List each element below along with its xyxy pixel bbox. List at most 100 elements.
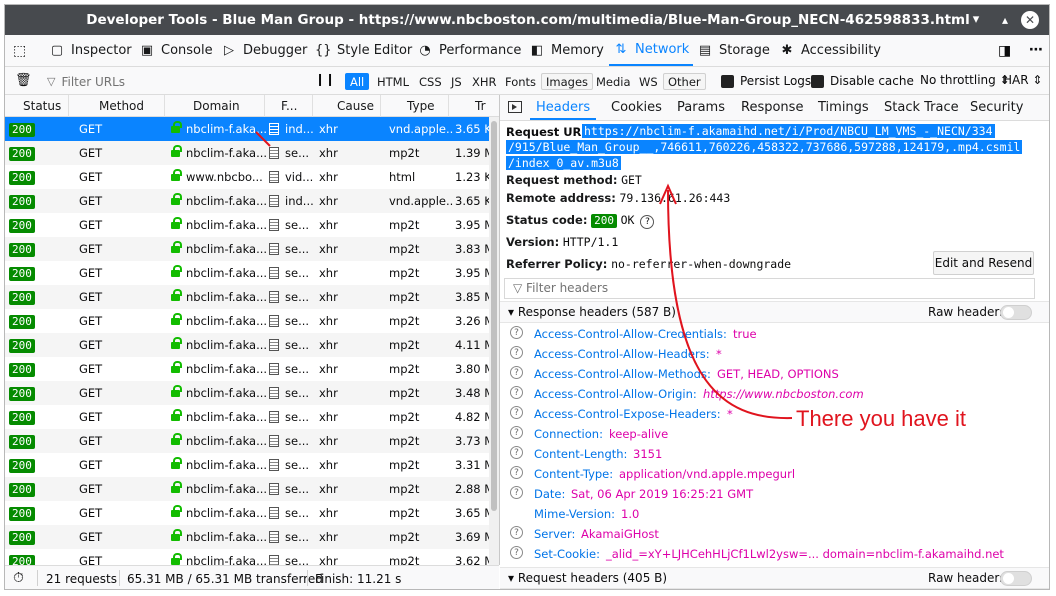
column-cause[interactable]: Cause (313, 95, 381, 117)
raw-headers-toggle[interactable] (1000, 305, 1032, 320)
raw-headers-toggle[interactable] (1000, 571, 1032, 586)
tab-storage[interactable]: ▤ Storage (697, 35, 770, 66)
pause-icon[interactable]: ❙❙ (315, 72, 335, 86)
response-header-row[interactable]: ? Access-Control-Allow-Origin: https://www… (500, 384, 1049, 404)
type-filter-xhr[interactable]: XHR (467, 73, 502, 90)
table-row[interactable]: 200 GET nbclim-f.aka...se... xhr mp2t 3.48 MB (5, 381, 489, 405)
clear-trash-icon[interactable]: 🗑 (15, 73, 32, 88)
type-filter-all[interactable]: All (345, 73, 370, 90)
har-menu[interactable]: HAR ⇕ (1003, 73, 1042, 87)
table-row[interactable]: 200 GET nbclim-f.aka...se... xhr mp2t 3.69 MB (5, 525, 489, 549)
filter-headers-input[interactable]: ▽ Filter headers (504, 278, 1035, 299)
tab-accessibility[interactable]: ✱ Accessibility (779, 35, 881, 66)
table-row[interactable]: 200 GET nbclim-f.aka... ind... xhr vnd.apple.… (5, 117, 489, 141)
tab-stack-trace[interactable]: Stack Trace (884, 95, 959, 120)
response-header-row[interactable]: ? Server: AkamaiGHost (500, 524, 1049, 544)
table-row[interactable]: 200 GET nbclim-f.aka...se... xhr mp2t 3.65 MB (5, 501, 489, 525)
type-filter-ws[interactable]: WS (634, 73, 663, 90)
response-header-row[interactable]: Mime-Version: 1.0 (500, 504, 1049, 524)
type-filter-html[interactable]: HTML (372, 73, 414, 90)
response-headers-section[interactable]: ▾ Response headers (587 B) Raw headers (500, 301, 1049, 323)
help-icon[interactable]: ? (510, 526, 523, 539)
throttling-select[interactable]: No throttling ⇕ (920, 73, 1010, 87)
response-header-row[interactable]: ? Set-Cookie: _alid_=xY+LJHCehHLjCf1Lwl2ys… (500, 544, 1049, 564)
tab-style-editor[interactable]: {} Style Editor (315, 35, 412, 66)
column-type[interactable]: Type (381, 95, 449, 117)
table-row[interactable]: 200 GET www.nbcbo...vid... xhr html 1.23 KB (5, 165, 489, 189)
dock-side-icon[interactable]: ◨ (998, 43, 1011, 59)
response-header-row[interactable]: ? Content-Type: application/vnd.apple.mpeg… (500, 464, 1049, 484)
response-header-row[interactable]: ? Access-Control-Expose-Headers: * (500, 404, 1049, 424)
tab-cookies[interactable]: Cookies (611, 95, 662, 120)
column-method[interactable]: Method (69, 95, 165, 117)
more-options-icon[interactable]: ⋯ (1029, 42, 1043, 58)
column-file[interactable]: F... (265, 95, 313, 117)
response-header-row[interactable]: ? Access-Control-Allow-Methods: GET, HEAD,… (500, 364, 1049, 384)
help-icon[interactable]: ? (510, 426, 523, 439)
help-icon[interactable]: ? (510, 446, 523, 459)
disable-cache-checkbox[interactable]: Disable cache (811, 74, 914, 88)
type-filter-js[interactable]: JS (446, 73, 467, 90)
tab-params[interactable]: Params (677, 95, 725, 120)
table-row[interactable]: 200 GET nbclim-f.aka...se... xhr mp2t 3.80 MB (5, 357, 489, 381)
type-filter-media[interactable]: Media (591, 73, 636, 90)
table-row[interactable]: 200 GET nbclim-f.aka...se... xhr mp2t 3.95 MB (5, 213, 489, 237)
help-icon[interactable]: ? (510, 326, 523, 339)
tab-memory[interactable]: ◧ Memory (529, 35, 604, 66)
table-row[interactable]: 200 GET nbclim-f.aka...se... xhr mp2t 2.88 MB (5, 477, 489, 501)
maximize-icon[interactable]: ▴ (996, 11, 1014, 29)
minimize-icon[interactable]: ▾ (967, 11, 985, 29)
help-icon[interactable]: ? (510, 546, 523, 559)
help-icon[interactable]: ? (510, 466, 523, 479)
help-icon[interactable]: ? (510, 406, 523, 419)
request-url-line[interactable]: https://nbclim-f.akamaihd.net/i/Prod/NBC… (582, 124, 995, 138)
column-domain[interactable]: Domain (165, 95, 265, 117)
tab-debugger[interactable]: ▷ Debugger (221, 35, 307, 66)
request-url-line[interactable]: /915/Blue_Man_Group__,746611,760226,4583… (506, 140, 1023, 154)
table-row[interactable]: 200 GET nbclim-f.aka...se... xhr mp2t 4.11 MB (5, 333, 489, 357)
table-row[interactable]: 200 GET nbclim-f.aka...se... xhr mp2t 3.73 MB (5, 429, 489, 453)
type-filter-other[interactable]: Other (663, 73, 706, 90)
help-icon[interactable]: ? (510, 386, 523, 399)
response-header-row[interactable]: ? Access-Control-Allow-Credentials: true (500, 324, 1049, 344)
persist-logs-checkbox[interactable]: Persist Logs (721, 74, 811, 88)
help-icon[interactable]: ? (640, 215, 655, 229)
element-picker-icon[interactable]: ⬚ (13, 43, 29, 59)
response-header-row[interactable]: ? Content-Length: 3151 (500, 444, 1049, 464)
table-row[interactable]: 200 GET nbclim-f.aka...se... xhr mp2t 3.62 MB (5, 549, 489, 565)
type-filter-fonts[interactable]: Fonts (500, 73, 541, 90)
type-filter-images[interactable]: Images (541, 73, 594, 90)
request-list-scrollbar[interactable] (489, 117, 499, 565)
table-row[interactable]: 200 GET nbclim-f.aka...se... xhr mp2t 3.95 MB (5, 261, 489, 285)
column-status[interactable]: Status (5, 95, 69, 117)
table-row[interactable]: 200 GET nbclim-f.aka...se... xhr mp2t 1.39 MB (5, 141, 489, 165)
table-row[interactable]: 200 GET nbclim-f.aka...se... xhr mp2t 3.85 MB (5, 285, 489, 309)
table-row[interactable]: 200 GET nbclim-f.aka...se... xhr mp2t 4.82 MB (5, 405, 489, 429)
response-header-row[interactable]: ? Access-Control-Allow-Headers: * (500, 344, 1049, 364)
tab-performance[interactable]: ◔ Performance (417, 35, 521, 66)
type-filter-css[interactable]: CSS (414, 73, 447, 90)
tab-inspector[interactable]: ▢ Inspector (49, 35, 132, 66)
help-icon[interactable]: ? (510, 486, 523, 499)
tab-headers[interactable]: Headers (530, 95, 597, 120)
stopwatch-icon[interactable]: ⏱ (13, 570, 24, 586)
tab-security[interactable]: Security (970, 95, 1023, 120)
tab-response[interactable]: Response (741, 95, 803, 120)
request-headers-section[interactable]: ▾ Request headers (405 B) Raw headers (500, 567, 1049, 589)
tab-network[interactable]: ⇅ Network (609, 35, 694, 66)
response-header-row[interactable]: ? Date: Sat, 06 Apr 2019 16:25:21 GMT (500, 484, 1049, 504)
table-row[interactable]: 200 GET nbclim-f.aka...se... xhr mp2t 3.31 MB (5, 453, 489, 477)
tab-console[interactable]: ▣ Console (139, 35, 213, 66)
scrollbar-thumb[interactable] (491, 121, 497, 511)
edit-and-resend-button[interactable]: Edit and Resend (933, 251, 1034, 275)
response-header-row[interactable]: ? Connection: keep-alive (500, 424, 1049, 444)
help-icon[interactable]: ? (510, 346, 523, 359)
table-row[interactable]: 200 GET nbclim-f.aka...se... xhr mp2t 3.26 MB (5, 309, 489, 333)
close-icon[interactable]: ✕ (1021, 11, 1039, 29)
help-icon[interactable]: ? (510, 366, 523, 379)
request-url-line[interactable]: /index_0_av.m3u8 (506, 156, 621, 170)
table-row[interactable]: 200 GET nbclim-f.aka... ind... xhr vnd.apple.… (5, 189, 489, 213)
table-row[interactable]: 200 GET nbclim-f.aka...se... xhr mp2t 3.83 MB (5, 237, 489, 261)
filter-urls-input[interactable]: ▽ Filter URLs (47, 72, 307, 91)
tab-timings[interactable]: Timings (818, 95, 869, 120)
